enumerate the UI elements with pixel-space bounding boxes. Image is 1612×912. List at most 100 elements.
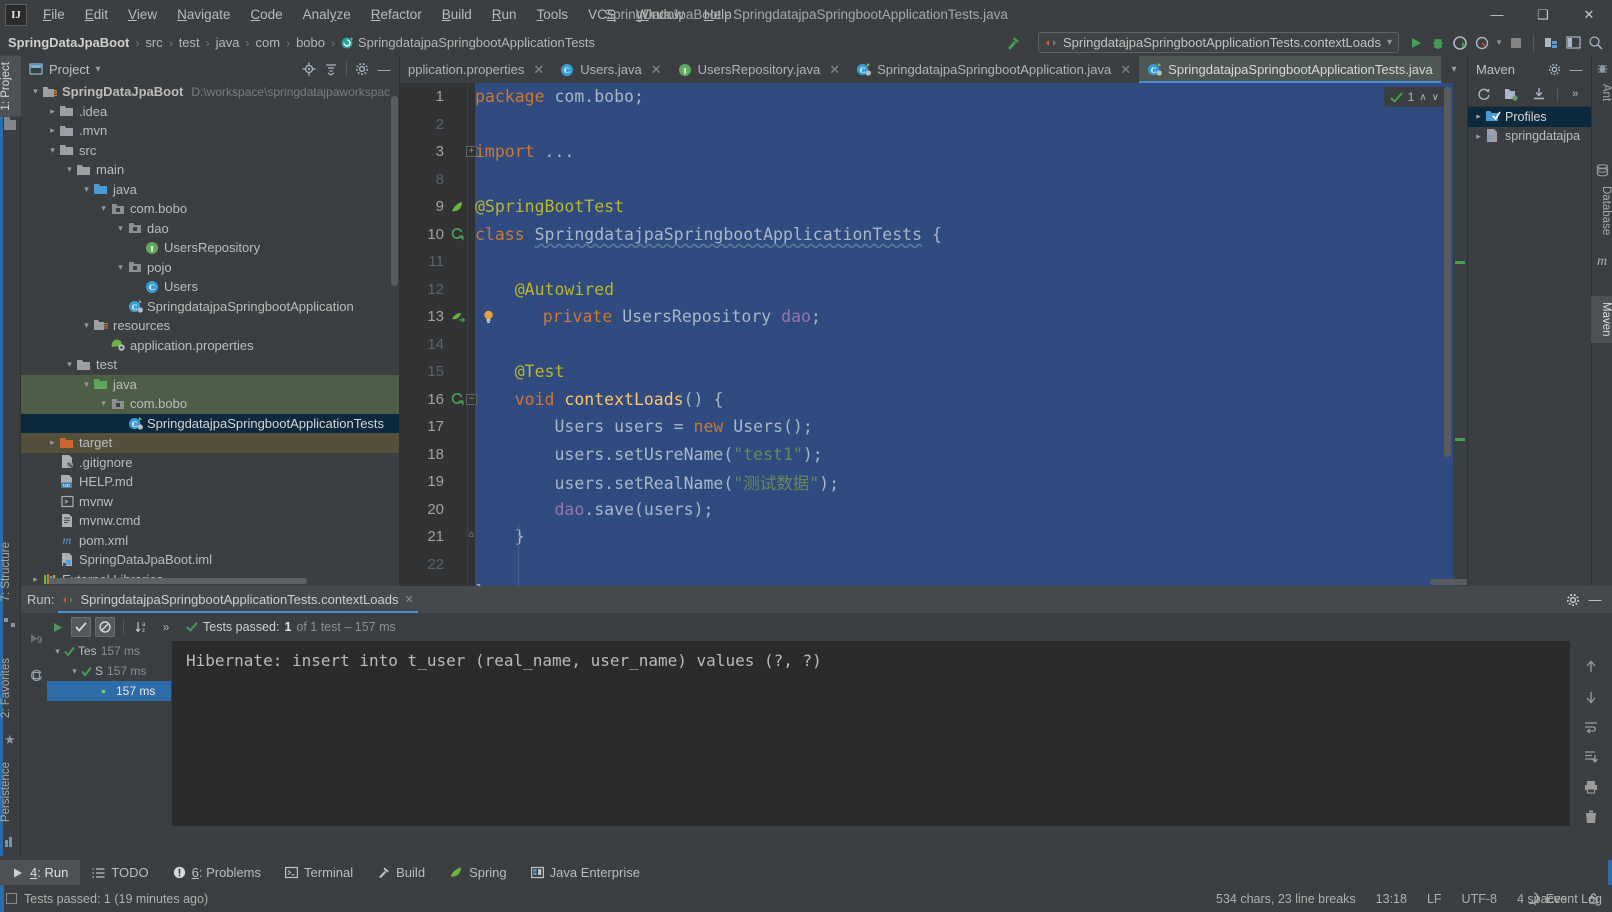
expand-toolbar-icon[interactable]: »: [156, 617, 176, 637]
chevron-right-icon[interactable]: ▸: [29, 574, 42, 585]
tree-node[interactable]: mvnw.cmd: [21, 511, 399, 531]
chevron-right-icon[interactable]: ▸: [46, 125, 59, 136]
editor-vertical-scrollbar[interactable]: [1444, 87, 1451, 457]
chevron-up-icon[interactable]: ∧: [1419, 92, 1426, 103]
code-line[interactable]: 3 + import ...: [400, 138, 1467, 166]
scroll-up-icon[interactable]: [1583, 659, 1599, 675]
menu-window[interactable]: Window: [626, 3, 694, 26]
breadcrumb-item[interactable]: bobo: [296, 35, 325, 50]
chevron-down-icon[interactable]: ▾: [63, 164, 76, 175]
tab-list-dropdown-icon[interactable]: ▾: [1441, 56, 1467, 83]
code-line[interactable]: 16− void contextLoads() {: [400, 385, 1467, 413]
gear-icon[interactable]: [1543, 58, 1565, 80]
tree-node[interactable]: ▸ target: [21, 433, 399, 453]
chevron-down-icon[interactable]: ▾: [97, 398, 110, 409]
chevron-right-icon[interactable]: ▸: [46, 437, 59, 448]
menu-vcs[interactable]: VCS: [578, 3, 626, 26]
indent-setting[interactable]: 4 spaces: [1517, 892, 1567, 906]
tree-node[interactable]: C SpringdatajpaSpringbootApplication: [21, 297, 399, 317]
print-icon[interactable]: [1583, 779, 1599, 795]
clear-all-icon[interactable]: [1583, 809, 1599, 825]
sidebar-item-persistence[interactable]: Persistence: [0, 756, 21, 828]
sort-alphabetically-icon[interactable]: az: [132, 617, 152, 637]
scroll-down-icon[interactable]: [1583, 689, 1599, 705]
bean-gutter-icon[interactable]: [450, 309, 466, 324]
editor-tab[interactable]: C SpringdatajpaSpringbootApplication.java…: [848, 56, 1140, 83]
close-icon[interactable]: ✕: [651, 62, 662, 78]
menu-code[interactable]: Code: [240, 3, 292, 26]
code-line[interactable]: 23}: [400, 578, 1467, 586]
maximize-button[interactable]: ❑: [1520, 0, 1566, 29]
test-tree-row[interactable]: 157 ms: [47, 681, 171, 701]
menu-tools[interactable]: Tools: [527, 3, 579, 26]
code-line[interactable]: 21 ⌂ }: [400, 523, 1467, 551]
code-line[interactable]: 1 package com.bobo;: [400, 83, 1467, 111]
run-tab[interactable]: SpringdatajpaSpringbootApplicationTests.…: [54, 586, 421, 613]
menu-build[interactable]: Build: [432, 3, 482, 26]
run-test-gutter-icon[interactable]: [450, 227, 466, 242]
rerun-icon[interactable]: [47, 617, 67, 637]
file-encoding[interactable]: UTF-8: [1462, 892, 1497, 906]
bottom-tab-terminal[interactable]: Terminal: [273, 860, 365, 885]
bottom-tab-java-enterprise[interactable]: Java Enterprise: [519, 860, 652, 885]
code-editor[interactable]: 1 package com.bobo; 2 3 + import ... 8 9 @Spring…: [400, 83, 1467, 586]
sidebar-item-database[interactable]: Database: [1591, 180, 1612, 241]
editor-tab[interactable]: C SpringdatajpaSpringbootApplicationTests…: [1139, 56, 1462, 83]
breadcrumb-item[interactable]: SpringDataJpaBoot: [8, 35, 129, 50]
debug-button[interactable]: [1427, 32, 1449, 54]
tree-node[interactable]: ▾ resources: [21, 316, 399, 336]
breadcrumb-item[interactable]: com: [256, 35, 281, 50]
project-vertical-scrollbar[interactable]: [391, 96, 398, 286]
close-icon[interactable]: ✕: [533, 62, 544, 78]
chevron-right-icon[interactable]: ▸: [1472, 111, 1485, 122]
layout-icon[interactable]: [1562, 32, 1584, 54]
bottom-tab-build[interactable]: Build: [365, 860, 437, 885]
sidebar-item-maven[interactable]: Maven: [1591, 296, 1612, 343]
code-line[interactable]: 2: [400, 110, 1467, 138]
chevron-down-icon[interactable]: ▾: [95, 64, 100, 75]
sidebar-item-structure[interactable]: 7: Structure: [0, 536, 21, 607]
code-lines[interactable]: 1 package com.bobo; 2 3 + import ... 8 9 @Spring…: [400, 83, 1467, 586]
editor-tab-bar[interactable]: pplication.properties ✕ C Users.java ✕ I Users…: [400, 56, 1467, 83]
close-button[interactable]: ✕: [1566, 0, 1612, 29]
code-line[interactable]: 22: [400, 550, 1467, 578]
code-line[interactable]: 11: [400, 248, 1467, 276]
code-line[interactable]: 20 dao.save(users);: [400, 495, 1467, 523]
tree-node[interactable]: ▾ main: [21, 160, 399, 180]
hide-panel-icon[interactable]: —: [1565, 58, 1587, 80]
chevron-down-icon[interactable]: ▾: [80, 184, 93, 195]
reload-icon[interactable]: [1474, 83, 1494, 105]
stop-button[interactable]: [1505, 32, 1527, 54]
bottom-tab-6-problems[interactable]: 6: Problems: [161, 860, 273, 885]
breadcrumb-item[interactable]: src: [145, 35, 162, 50]
bottom-tab-todo[interactable]: TODO: [80, 860, 160, 885]
chevron-right-icon[interactable]: ▸: [46, 106, 59, 117]
add-maven-project-icon[interactable]: [1502, 83, 1522, 105]
close-icon[interactable]: ✕: [1120, 62, 1131, 78]
code-line[interactable]: 13 private UsersRepository dao;: [400, 303, 1467, 331]
build-hammer-icon[interactable]: [1002, 32, 1024, 54]
menu-file[interactable]: File: [33, 3, 75, 26]
code-line[interactable]: 12 @Autowired: [400, 275, 1467, 303]
gear-icon[interactable]: [1562, 589, 1584, 611]
profile-button[interactable]: [1471, 32, 1493, 54]
code-line[interactable]: 18 users.setUsreName("test1");: [400, 440, 1467, 468]
tree-node[interactable]: application.properties: [21, 336, 399, 356]
tree-node[interactable]: ▾ dao: [21, 219, 399, 239]
close-icon[interactable]: ✕: [829, 62, 840, 78]
rerun-failed-icon[interactable]: 9: [29, 631, 44, 646]
run-configuration-selector[interactable]: SpringdatajpaSpringbootApplicationTests.…: [1037, 32, 1399, 53]
chevron-down-icon[interactable]: ▾: [80, 379, 93, 390]
test-tree-row[interactable]: ▾ S 157 ms: [47, 661, 171, 681]
vcs-update-icon[interactable]: [1540, 32, 1562, 54]
intention-bulb-icon[interactable]: [482, 310, 495, 324]
chevron-down-icon[interactable]: ∨: [1432, 92, 1439, 103]
menu-run[interactable]: Run: [482, 3, 527, 26]
breadcrumb-item[interactable]: SpringdatajpaSpringbootApplicationTests: [341, 35, 595, 50]
maven-tree-node[interactable]: ▸ Profiles: [1468, 107, 1591, 127]
chevron-down-icon[interactable]: ▾: [114, 223, 127, 234]
close-icon[interactable]: ✕: [404, 593, 413, 606]
tree-node[interactable]: ▾ java: [21, 180, 399, 200]
hide-ignored-tests-toggle[interactable]: [95, 617, 115, 637]
chevron-down-icon[interactable]: ▾: [51, 646, 64, 657]
